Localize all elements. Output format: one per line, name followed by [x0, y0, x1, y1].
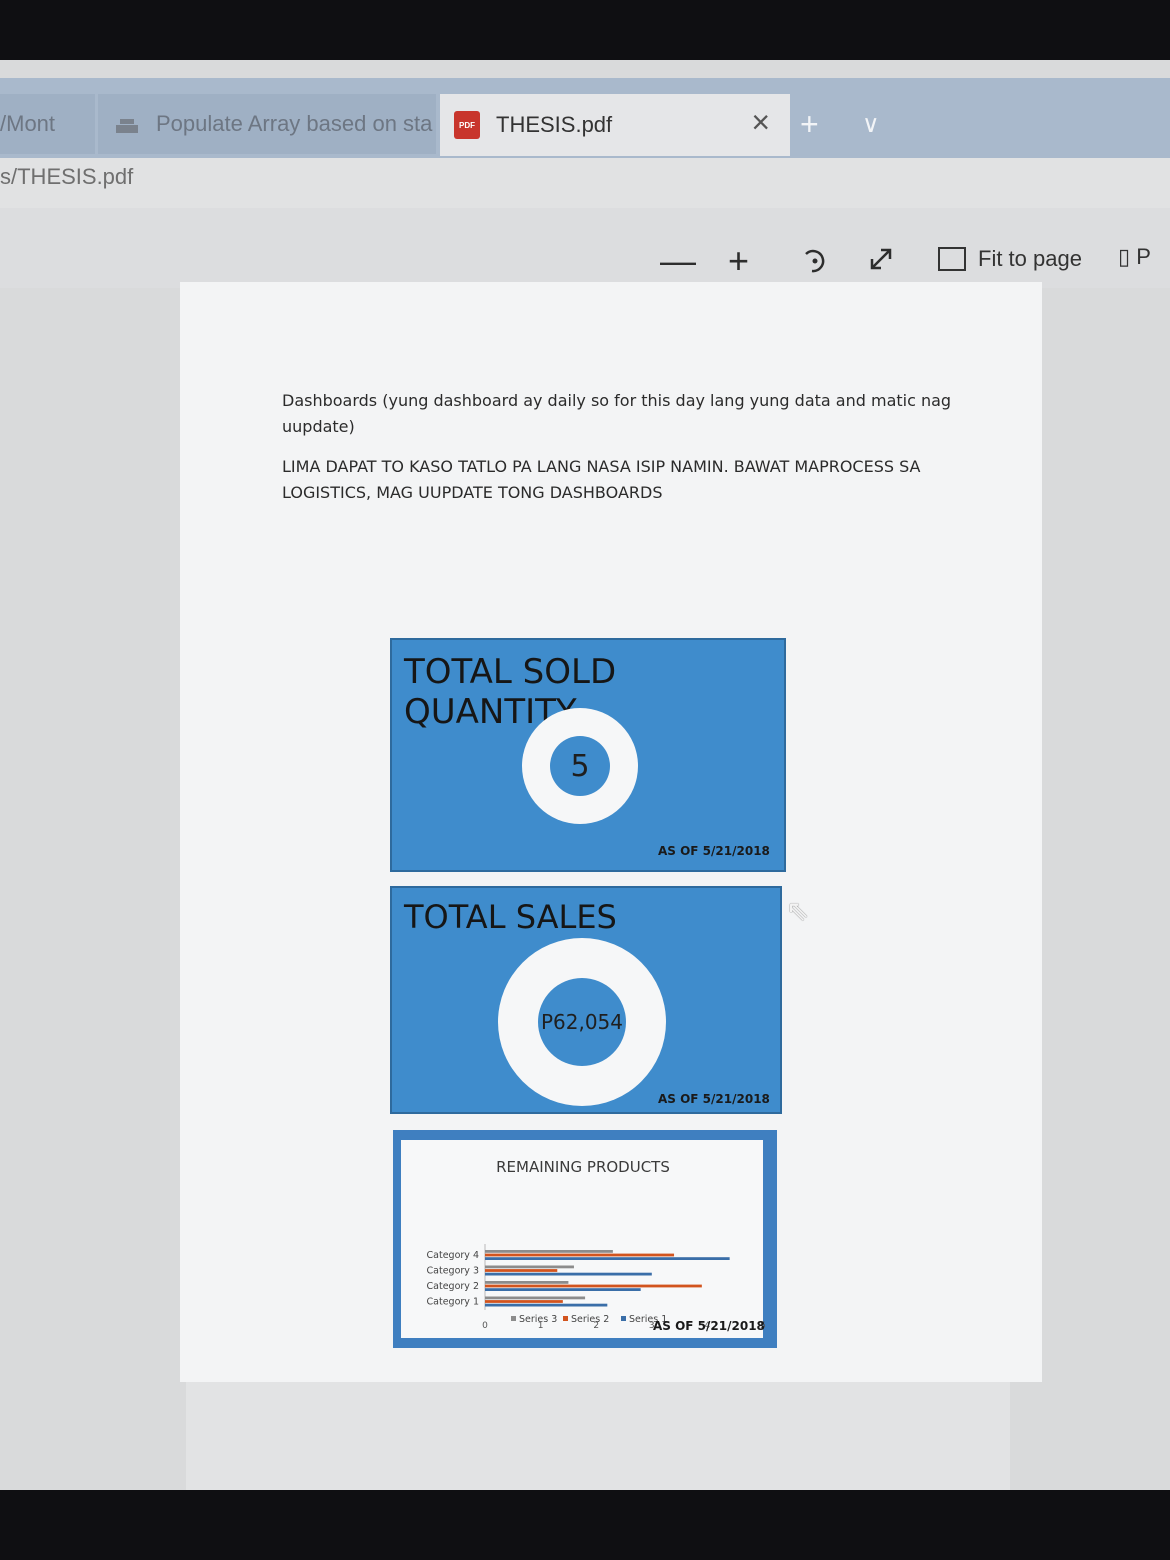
bar-series-3 — [485, 1296, 586, 1300]
legend-swatch — [563, 1316, 568, 1321]
tab-dropdown-icon[interactable]: ∨ — [862, 110, 880, 139]
legend-label: Series 3 — [519, 1314, 557, 1325]
as-of-date: AS OF 5/21/2018 — [658, 1092, 770, 1106]
bar-series-2 — [485, 1269, 558, 1272]
zoom-out-button[interactable]: — — [660, 240, 696, 282]
as-of-date: AS OF 5/21/2018 — [658, 844, 770, 858]
zoom-in-button[interactable]: + — [728, 240, 749, 282]
page-view-button[interactable]: ▯ P — [1118, 244, 1151, 270]
tab-populate-array[interactable]: Populate Array based on sta — [98, 94, 436, 154]
bar-series-3 — [485, 1281, 569, 1284]
address-bar[interactable]: s/THESIS.pdf — [0, 158, 1170, 209]
new-tab-button[interactable]: + — [800, 106, 819, 143]
remaining-products-chart: Category 1 Category 2 Category 3 Category 4… — [427, 1244, 766, 1333]
tab-label: /Mont — [0, 111, 56, 136]
mouse-cursor-icon: ⇖ — [786, 895, 810, 926]
remaining-products-card: REMAINING PRODUCTS Category 1 Category 2C… — [393, 1130, 777, 1348]
paragraph-note: LIMA DAPAT TO KASO TATLO PA LANG NASA IS… — [282, 457, 921, 502]
category-label: Category 2 — [427, 1281, 479, 1292]
next-page — [186, 1382, 1010, 1490]
page-view-label: P — [1136, 244, 1151, 269]
pdf-icon: PDF — [454, 111, 480, 139]
fit-page-icon — [938, 247, 966, 271]
tab-label: THESIS.pdf — [496, 112, 613, 137]
card-title: TOTAL SALES — [404, 898, 617, 936]
fit-to-page-button[interactable]: Fit to page — [938, 246, 1082, 272]
category-label: Category 3 — [427, 1266, 479, 1277]
tab-thesis-pdf[interactable]: PDF THESIS.pdf × — [440, 94, 790, 156]
total-sold-card: TOTAL SOLD QUANTITY 5 AS OF 5/21/2018 — [390, 638, 786, 872]
bar-series-3 — [485, 1265, 574, 1269]
bar-series-1 — [485, 1288, 641, 1291]
bar-series-3 — [485, 1250, 613, 1253]
legend-label: Series 2 — [571, 1314, 609, 1325]
total-sales-card: TOTAL SALES P62,054 AS OF 5/21/2018 — [390, 886, 782, 1114]
bar-series-1 — [485, 1257, 730, 1260]
bar-series-1 — [485, 1272, 652, 1276]
sales-value: P62,054 — [538, 978, 626, 1066]
tab-bar: /Mont Populate Array based on sta PDF TH… — [0, 78, 1170, 158]
as-of-date: AS OF 5/21/2018 — [653, 1319, 765, 1333]
tab-label: Populate Array based on sta — [156, 111, 433, 136]
fit-label: Fit to page — [978, 246, 1082, 271]
legend-swatch — [621, 1316, 626, 1321]
bar-series-2 — [485, 1253, 675, 1257]
close-tab-icon[interactable]: × — [751, 104, 770, 141]
bar-series-2 — [485, 1284, 702, 1288]
x-tick-label: 0 — [482, 1321, 488, 1331]
donut-ring: P62,054 — [498, 938, 666, 1106]
rotate-icon[interactable] — [798, 244, 830, 276]
legend-swatch — [511, 1316, 516, 1321]
category-label: Category 1 — [427, 1297, 479, 1308]
expand-icon[interactable] — [866, 244, 896, 274]
category-label: Category 4 — [427, 1250, 479, 1261]
bar-series-2 — [485, 1300, 563, 1303]
sold-value: 5 — [550, 736, 610, 796]
tab-mont[interactable]: /Mont — [0, 94, 95, 154]
stack-icon — [116, 119, 138, 133]
donut-ring: 5 — [522, 708, 638, 824]
address-text: s/THESIS.pdf — [0, 164, 134, 189]
paragraph-intro: Dashboards (yung dashboard ay daily so f… — [282, 391, 952, 436]
bar-series-1 — [485, 1303, 608, 1307]
pdf-toolbar: — + Fit to page ▯ P — [0, 208, 1170, 288]
screen: /Mont Populate Array based on sta PDF TH… — [0, 60, 1170, 1490]
